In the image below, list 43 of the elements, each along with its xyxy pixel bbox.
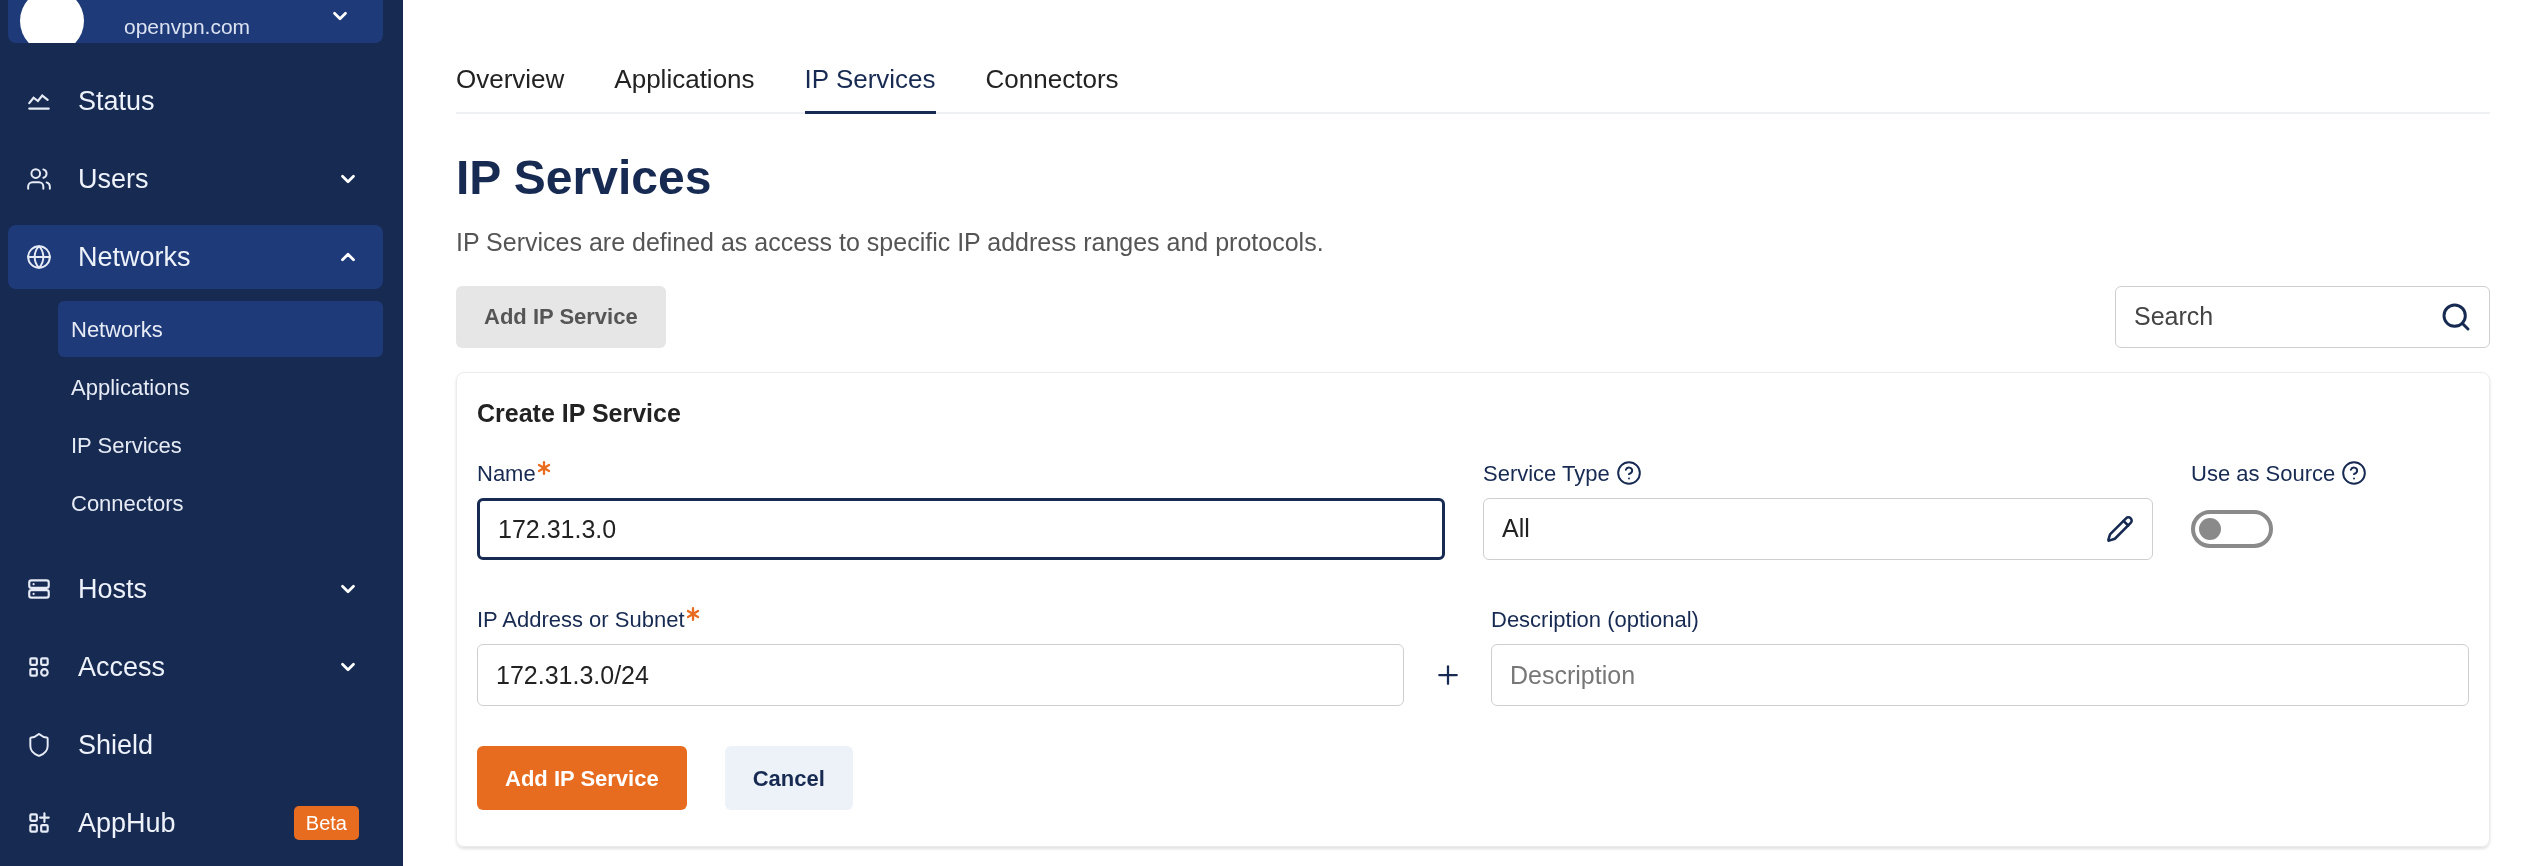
cancel-button[interactable]: Cancel (724, 746, 853, 810)
sidebar-subitem[interactable]: Connectors (58, 475, 383, 531)
pencil-icon[interactable] (2106, 515, 2134, 543)
sidebar-subitem[interactable]: IP Services (58, 417, 383, 473)
add-ip-service-button[interactable]: Add IP Service (456, 285, 666, 348)
field-label: Description (optional) (1491, 605, 1699, 634)
field-label: Name (477, 459, 536, 488)
page-description: IP Services are defined as access to specific IP address ranges and protocols. (456, 227, 1325, 258)
shield-icon (26, 732, 52, 758)
tab[interactable]: Overview (456, 60, 565, 114)
sidebar-item[interactable]: AppHub Beta (8, 791, 383, 855)
sidebar-item[interactable]: Users (8, 147, 383, 211)
beta-badge: Beta (293, 806, 359, 840)
ip-address-input[interactable]: 172.31.3.0/24 (477, 644, 1404, 706)
organization-card[interactable]: openvpn.com (8, 0, 383, 43)
sidebar-item[interactable]: Networks (8, 225, 383, 289)
sidebar-item[interactable]: Hosts (8, 557, 383, 621)
name-input[interactable]: 172.31.3.0 (477, 498, 1445, 560)
field-label: IP Address or Subnet (477, 605, 685, 634)
server-icon (26, 576, 52, 602)
grid-plus-icon (26, 810, 52, 836)
service-type-field[interactable]: All (1483, 498, 2153, 560)
field-label: Service Type (1483, 459, 1610, 488)
tab[interactable]: IP Services (804, 60, 936, 114)
sidebar-subitem[interactable]: Applications (58, 359, 383, 415)
organization-domain: openvpn.com (124, 16, 251, 37)
description-input[interactable]: Description (1491, 644, 2469, 706)
help-icon[interactable] (1615, 460, 1642, 486)
sidebar-item[interactable]: Status (8, 69, 383, 133)
search-field[interactable]: Search (2115, 285, 2490, 348)
page-title: IP Services (456, 154, 713, 202)
tab[interactable]: Applications (614, 60, 755, 114)
use-as-source-toggle[interactable] (2191, 510, 2273, 548)
sidebar-item[interactable]: Shield (8, 713, 383, 777)
help-icon[interactable] (2341, 460, 2368, 486)
form-title: Create IP Service (477, 397, 682, 429)
tab[interactable]: Connectors (985, 60, 1119, 114)
sidebar-item[interactable]: Access (8, 635, 383, 699)
users-icon (26, 166, 52, 192)
sidebar-subitem[interactable]: Networks (58, 301, 383, 357)
globe-icon (26, 244, 52, 270)
grid-icon (26, 654, 52, 680)
field-label: Use as Source (2191, 459, 2336, 488)
